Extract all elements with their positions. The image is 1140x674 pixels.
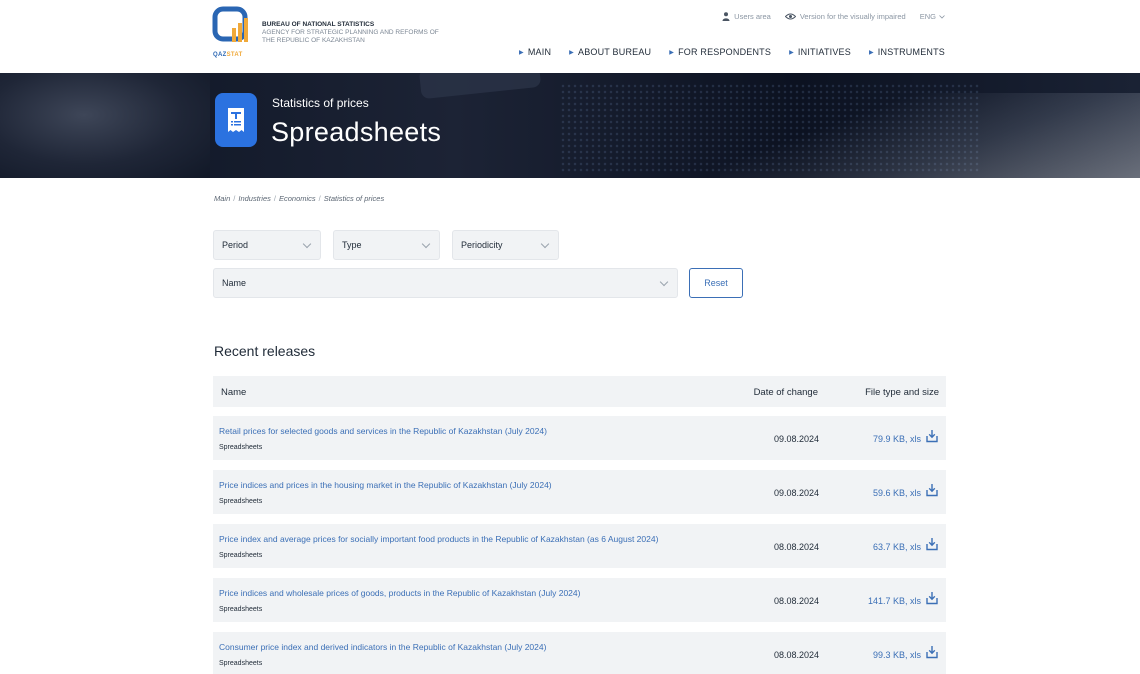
site-header: QAZSTAT BUREAU OF NATIONAL STATISTICS AG… [0,0,1140,73]
release-date: 08.08.2024 [773,596,819,606]
page-banner [0,73,1140,178]
nav-triangle-icon: ▶ [868,49,874,56]
release-file-link[interactable]: 99.3 KB, xls [873,650,921,660]
nav-item-instruments[interactable]: ▶ INSTRUMENTS [869,47,945,57]
table-row: Price indices and prices in the housing … [213,470,946,514]
column-header-file: File type and size [865,387,939,398]
logo-caption-part1: QAZ [213,52,227,58]
chevron-down-icon [659,277,669,287]
chevron-down-icon [421,239,431,249]
releases-table-body: Retail prices for selected goods and ser… [213,416,946,674]
logo-caption-part2: STAT [226,52,243,58]
nav-item-label: INITIATIVES [797,47,851,57]
section-subtitle: Statistics of prices [272,96,369,110]
table-row: Retail prices for selected goods and ser… [213,416,946,460]
language-selector[interactable]: ENG [920,12,945,21]
nav-triangle-icon: ▶ [669,49,675,56]
logo-caption: QAZSTAT [213,52,243,58]
breadcrumb-item-economics[interactable]: Economics [279,194,316,203]
main-nav: ▶ MAIN ▶ ABOUT BUREAU ▶ FOR RESPONDENTS ▶ IN… [519,47,945,57]
topbar: Users area Version for the visually impa… [722,12,945,21]
org-title: BUREAU OF NATIONAL STATISTICS [262,21,375,28]
release-file-link[interactable]: 79.9 KB, xls [873,434,921,444]
nav-triangle-icon: ▶ [569,49,574,56]
nav-item-label: INSTRUMENTS [877,47,945,57]
release-category: Spreadsheets [219,552,263,559]
reset-button[interactable]: Reset [689,268,743,298]
banner-decoration [418,73,542,100]
download-icon[interactable] [926,483,938,497]
breadcrumb: Main / Industries / Economics / Statistics … [214,194,384,203]
release-title-link[interactable]: Price indices and wholesale prices of go… [219,588,580,598]
table-row: Price index and average prices for socia… [213,524,946,568]
release-file-link[interactable]: 63.7 KB, xls [873,542,921,552]
table-row: Consumer price index and derived indicat… [213,632,946,674]
release-title-link[interactable]: Price indices and prices in the housing … [219,480,552,490]
nav-item-label: ABOUT BUREAU [578,47,652,57]
breadcrumb-separator: / [273,194,276,203]
breadcrumb-separator: / [233,194,236,203]
breadcrumb-item-industries[interactable]: Industries [238,194,271,203]
release-date: 09.08.2024 [773,488,819,498]
breadcrumb-item-main[interactable]: Main [214,194,230,203]
chevron-down-icon [302,239,312,249]
banner-decoration [0,73,210,178]
type-select[interactable]: Type [333,230,440,260]
release-date: 09.08.2024 [773,434,819,444]
nav-item-main[interactable]: ▶ MAIN [519,47,551,57]
release-date: 08.08.2024 [773,542,819,552]
org-subtitle: AGENCY FOR STRATEGIC PLANNING AND REFORM… [262,29,439,44]
release-category: Spreadsheets [219,444,263,451]
users-area-label: Users area [734,12,771,21]
download-icon[interactable] [926,429,938,443]
language-label: ENG [919,12,936,21]
chevron-down-icon [939,14,945,19]
column-header-name: Name [221,387,247,398]
release-category: Spreadsheets [219,606,263,613]
nav-triangle-icon: ▶ [519,49,524,56]
download-icon[interactable] [926,645,938,659]
nav-item-label: FOR RESPONDENTS [678,47,772,57]
release-category: Spreadsheets [219,498,263,505]
chevron-down-icon [540,239,550,249]
period-select[interactable]: Period [213,230,321,260]
nav-item-for-respondents[interactable]: ▶ FOR RESPONDENTS [669,47,771,57]
breadcrumb-separator: / [318,194,321,203]
visually-impaired-link[interactable]: Version for the visually impaired [784,12,906,21]
org-name: BUREAU OF NATIONAL STATISTICS AGENCY FOR… [262,21,452,45]
type-select-label: Type [342,240,362,250]
release-file-link[interactable]: 59.6 KB, xls [873,488,921,498]
qazstat-logo-icon[interactable] [212,6,252,46]
release-category: Spreadsheets [219,660,263,667]
user-icon [722,12,730,21]
spreadsheet-doc-icon [215,93,257,147]
release-title-link[interactable]: Price index and average prices for socia… [219,534,658,544]
periodicity-select-label: Periodicity [461,240,503,250]
eye-icon [784,13,796,20]
download-icon[interactable] [926,591,938,605]
period-select-label: Period [222,240,249,250]
name-select[interactable]: Name [213,268,678,298]
periodicity-select[interactable]: Periodicity [452,230,559,260]
download-icon[interactable] [926,537,938,551]
nav-item-about-bureau[interactable]: ▶ ABOUT BUREAU [569,47,651,57]
table-row: Price indices and wholesale prices of go… [213,578,946,622]
release-title-link[interactable]: Consumer price index and derived indicat… [219,642,546,652]
release-date: 08.08.2024 [773,650,819,660]
name-select-label: Name [222,278,247,288]
table-header: Name Date of change File type and size [213,376,946,407]
column-header-date: Date of change [753,387,818,398]
release-file-link[interactable]: 141.7 KB, xls [868,596,921,606]
nav-item-label: MAIN [527,47,552,57]
release-title-link[interactable]: Retail prices for selected goods and ser… [219,426,547,436]
breadcrumb-item-current[interactable]: Statistics of prices [324,194,384,203]
page-title: Spreadsheets [271,117,442,147]
nav-triangle-icon: ▶ [789,49,794,56]
banner-decoration [720,93,1140,178]
visually-impaired-label: Version for the visually impaired [799,12,906,21]
recent-releases-heading: Recent releases [214,343,316,359]
nav-item-initiatives[interactable]: ▶ INITIATIVES [789,47,851,57]
users-area-link[interactable]: Users area [722,12,771,21]
